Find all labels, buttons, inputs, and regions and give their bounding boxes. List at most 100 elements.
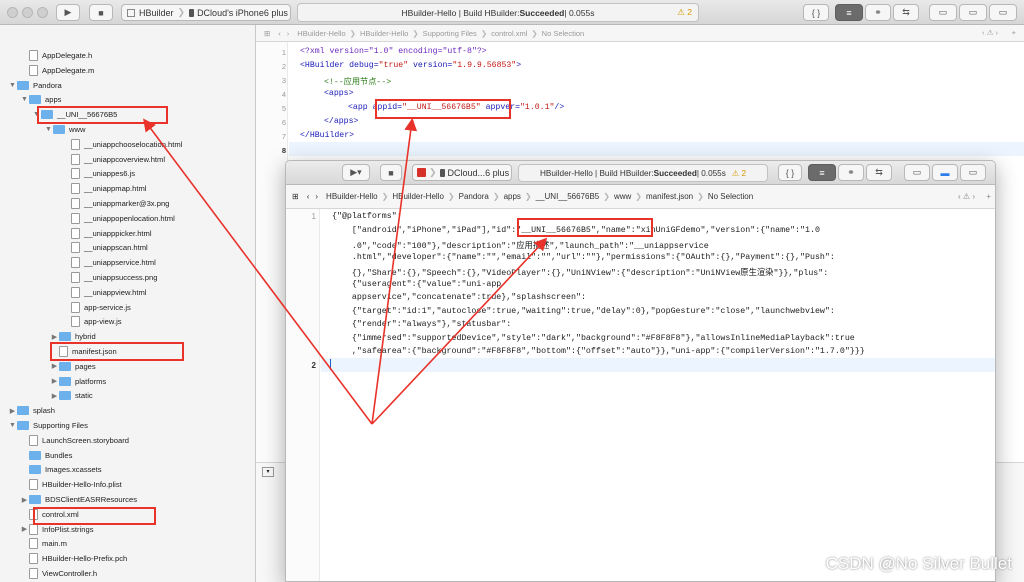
- library-button[interactable]: { }: [778, 164, 802, 181]
- navigator-file[interactable]: __uniappchooselocation.html: [0, 137, 182, 152]
- breadcrumb-item[interactable]: apps: [504, 192, 521, 201]
- version-editor-button[interactable]: ⇆: [893, 4, 919, 21]
- breadcrumb-item[interactable]: Supporting Files: [423, 29, 477, 38]
- navigator-file[interactable]: __uniappopenlocation.html: [0, 211, 175, 226]
- navigator-folder[interactable]: ▶ pages: [0, 359, 96, 374]
- breadcrumb-selection[interactable]: No Selection: [542, 29, 585, 38]
- navigator-file[interactable]: __uniappes6.js: [0, 166, 135, 181]
- scheme-selector[interactable]: HBuilder ❯ DCloud's iPhone6 plus: [121, 4, 291, 21]
- back-arrow-icon[interactable]: ‹: [278, 29, 281, 38]
- related-items-icon[interactable]: ⊞: [292, 192, 299, 201]
- navigator-file[interactable]: __uniappservice.html: [0, 255, 156, 270]
- navigator-file[interactable]: HBuilder-Hello-Prefix.pch: [0, 551, 127, 566]
- breadcrumb-item[interactable]: Pandora: [459, 192, 489, 201]
- navigator-file[interactable]: __uniappmap.html: [0, 181, 146, 196]
- standard-editor-button[interactable]: ≡: [835, 4, 863, 21]
- navigator-file[interactable]: __uniappsuccess.png: [0, 270, 157, 285]
- breadcrumb-item[interactable]: control.xml: [491, 29, 527, 38]
- overlay-run-button[interactable]: ▶▾: [342, 164, 370, 181]
- back-arrow-icon[interactable]: ‹: [307, 192, 310, 201]
- navigator-folder[interactable]: Bundles: [0, 448, 72, 463]
- disclosure-triangle-icon[interactable]: ▼: [8, 82, 17, 89]
- disclosure-triangle-icon[interactable]: ▼: [44, 126, 53, 133]
- overlay-scheme-selector[interactable]: ❯ DCloud...6 plus: [412, 164, 512, 181]
- close-window-button[interactable]: [7, 7, 18, 18]
- navigator-file[interactable]: __uniappview.html: [0, 285, 146, 300]
- breadcrumb-item[interactable]: HBuilder-Hello: [297, 29, 345, 38]
- breadcrumb-item[interactable]: HBuilder-Hello: [326, 192, 378, 201]
- assistant-editor-button[interactable]: ⚭: [838, 164, 864, 181]
- play-icon: ▶: [64, 7, 72, 17]
- navigator-file[interactable]: LaunchScreen.storyboard: [0, 433, 129, 448]
- overlay-stop-button[interactable]: ■: [380, 164, 402, 181]
- zoom-window-button[interactable]: [37, 7, 48, 18]
- navigator-item-label: static: [75, 391, 93, 401]
- disclosure-triangle-icon[interactable]: ▶: [8, 407, 17, 415]
- disclosure-triangle-icon[interactable]: ▶: [20, 496, 29, 504]
- disclosure-triangle-icon[interactable]: ▶: [20, 525, 29, 533]
- navigator-file[interactable]: __uniappscan.html: [0, 240, 148, 255]
- navigator-folder[interactable]: ▶ BDSClientEASRResources: [0, 492, 137, 507]
- breadcrumb-item[interactable]: __UNI__56676B5: [536, 192, 600, 201]
- warning-nav-icon[interactable]: ‹ ⚠ ›: [958, 192, 975, 201]
- disclosure-triangle-icon[interactable]: ▶: [50, 362, 59, 370]
- navigator-file[interactable]: AppDelegate.m: [0, 63, 94, 78]
- disclosure-triangle-icon[interactable]: ▶: [50, 392, 59, 400]
- navigator-file[interactable]: app-view.js: [0, 314, 122, 329]
- line-number: 5: [281, 104, 286, 113]
- navigator-file[interactable]: app-service.js: [0, 300, 131, 315]
- minimize-window-button[interactable]: [22, 7, 33, 18]
- stop-button[interactable]: ■: [89, 4, 113, 21]
- disclosure-triangle-icon[interactable]: ▼: [20, 96, 29, 103]
- toggle-inspector-button[interactable]: ▭: [989, 4, 1017, 21]
- navigator-folder[interactable]: ▶ platforms: [0, 374, 106, 389]
- navigator-file[interactable]: HBuilder-Hello-Info.plist: [0, 477, 122, 492]
- navigator-file[interactable]: ViewController.h: [0, 566, 97, 581]
- breadcrumb-item[interactable]: HBuilder-Hello: [360, 29, 408, 38]
- toggle-debug-area-button[interactable]: ▭: [959, 4, 987, 21]
- navigator-folder[interactable]: ▶ static: [0, 388, 93, 403]
- navigator-file[interactable]: __uniappcoverview.html: [0, 152, 165, 167]
- toggle-navigator-button[interactable]: ▭: [929, 4, 957, 21]
- navigator-file[interactable]: main.m: [0, 536, 67, 551]
- breadcrumb-item[interactable]: HBuilder-Hello: [392, 192, 444, 201]
- navigator-file[interactable]: AppDelegate.h: [0, 48, 92, 63]
- breadcrumb-item[interactable]: www: [614, 192, 631, 201]
- navigator-folder[interactable]: ▶ splash: [0, 403, 55, 418]
- warning-nav-icon[interactable]: ‹ ⚠ ›: [982, 28, 998, 37]
- standard-editor-button[interactable]: ≡: [808, 164, 836, 181]
- toggle-navigator-button[interactable]: ▭: [904, 164, 930, 181]
- disclosure-triangle-icon[interactable]: ▶: [50, 333, 59, 341]
- xml-value: "1.0.1": [520, 103, 555, 112]
- add-editor-icon[interactable]: +: [986, 192, 991, 201]
- navigator-folder[interactable]: ▼ Supporting Files: [0, 418, 88, 433]
- forward-arrow-icon[interactable]: ›: [315, 192, 318, 201]
- add-editor-icon[interactable]: +: [1012, 28, 1016, 37]
- disclosure-triangle-icon[interactable]: ▶: [50, 377, 59, 385]
- navigator-file[interactable]: __uniapppicker.html: [0, 226, 152, 241]
- disclosure-triangle-icon[interactable]: ▼: [8, 422, 17, 429]
- version-editor-button[interactable]: ⇆: [866, 164, 892, 181]
- navigator-file[interactable]: __uniappmarker@3x.png: [0, 196, 169, 211]
- right-panel-icon: ▭: [998, 7, 1008, 17]
- xml-apps-open: <apps>: [324, 89, 354, 98]
- navigator-folder[interactable]: Images.xcassets: [0, 462, 102, 477]
- toggle-debug-area-button[interactable]: ▬: [932, 164, 958, 181]
- overlay-code-editor[interactable]: 1 2 {"@platforms": ["android","iPhone","…: [286, 209, 995, 581]
- overlay-toolbar: ▶▾ ■ ❯ DCloud...6 plus HBuilder-Hello | …: [286, 161, 995, 185]
- related-items-icon[interactable]: ⊞: [264, 29, 270, 38]
- breadcrumb-item[interactable]: manifest.json: [646, 192, 693, 201]
- warning-badge[interactable]: ⚠ 2: [732, 168, 746, 178]
- breadcrumb-selection[interactable]: No Selection: [708, 192, 753, 201]
- navigator-folder[interactable]: ▼ Pandora: [0, 78, 62, 93]
- warning-badge[interactable]: ⚠ 2: [677, 7, 692, 18]
- swap-arrows-icon: ⇆: [902, 7, 910, 17]
- toggle-inspector-button[interactable]: ▭: [960, 164, 986, 181]
- library-button[interactable]: { }: [803, 4, 829, 21]
- assistant-editor-button[interactable]: ⚭: [865, 4, 891, 21]
- forward-arrow-icon[interactable]: ›: [287, 29, 290, 38]
- navigator-folder[interactable]: ▼ www: [0, 122, 85, 137]
- run-button[interactable]: ▶: [56, 4, 80, 21]
- hide-debug-area-icon[interactable]: ▾: [262, 467, 274, 477]
- left-panel-icon: ▭: [938, 7, 948, 17]
